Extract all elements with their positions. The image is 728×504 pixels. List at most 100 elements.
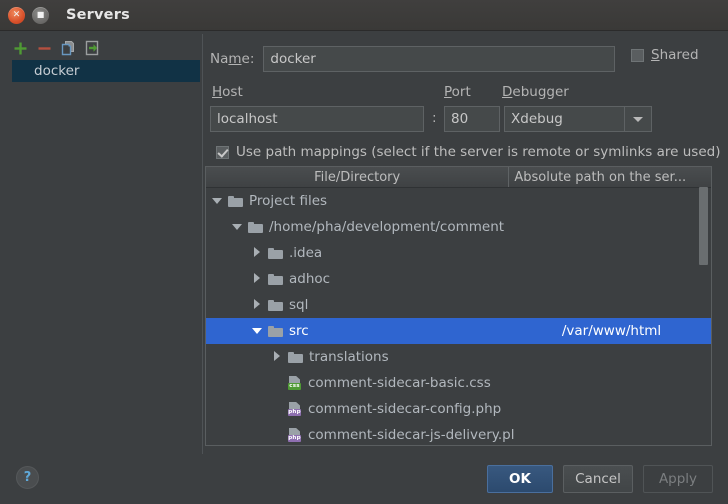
name-label: Name: <box>210 51 255 67</box>
table-row[interactable]: adhoc <box>206 266 711 292</box>
table-row-name-cell: src <box>206 323 552 339</box>
close-icon[interactable]: ✕ <box>8 6 25 24</box>
apply-button[interactable]: Apply <box>643 465 713 493</box>
help-button[interactable]: ? <box>16 466 39 489</box>
expand-arrow-right-icon[interactable] <box>252 299 264 311</box>
file-type-badge: php <box>288 409 301 416</box>
use-path-mappings-checkbox[interactable] <box>216 145 229 159</box>
expand-arrow-down-icon[interactable] <box>252 325 264 337</box>
folder-icon <box>268 325 283 337</box>
close-glyph: ✕ <box>12 9 21 20</box>
name-input[interactable]: docker <box>263 46 616 72</box>
table-row-name-cell: .idea <box>206 245 552 261</box>
debugger-select[interactable]: Xdebug <box>504 106 652 132</box>
expand-arrow-right-icon[interactable] <box>272 351 284 363</box>
table-row[interactable]: translations <box>206 344 711 370</box>
copy-icon <box>61 41 74 56</box>
table-row-label: .idea <box>289 245 323 261</box>
path-mappings-table[interactable]: File/Directory Absolute path on the ser.… <box>205 166 712 446</box>
table-row[interactable]: sql <box>206 292 711 318</box>
use-path-mappings-label: Use path mappings (select if the server … <box>236 144 721 160</box>
maximize-glyph: ■ <box>36 10 45 19</box>
table-row-name-cell: adhoc <box>206 271 552 287</box>
folder-icon <box>228 195 243 207</box>
table-row-label: comment-sidecar-config.php <box>308 401 502 417</box>
port-label: Port <box>444 84 471 100</box>
table-row[interactable]: src/var/www/html <box>206 318 711 344</box>
panel-divider <box>202 34 203 454</box>
table-body[interactable]: Project files/home/pha/development/comme… <box>206 188 711 445</box>
folder-icon <box>288 351 303 363</box>
table-row-name-cell: Project files <box>206 193 512 209</box>
shared-label: Shared <box>651 47 699 63</box>
server-list-item-label: docker <box>34 63 80 79</box>
expand-arrow-right-icon[interactable] <box>252 247 264 259</box>
import-server-button[interactable] <box>80 37 104 59</box>
debugger-label: Debugger <box>502 84 569 100</box>
folder-icon <box>268 273 283 285</box>
folder-icon <box>268 299 283 311</box>
table-row-name-cell: sql <box>206 297 552 313</box>
table-row-name-cell: translations <box>206 349 572 365</box>
folder-icon <box>248 221 263 233</box>
port-input[interactable]: 80 <box>444 106 500 132</box>
column-header-file-directory[interactable]: File/Directory <box>206 167 510 187</box>
table-row[interactable]: Project files <box>206 188 711 214</box>
table-row-name-cell: css comment-sidecar-basic.css <box>206 375 572 391</box>
table-row-label: translations <box>309 349 389 365</box>
expand-arrow-right-icon[interactable] <box>252 273 264 285</box>
ok-button[interactable]: OK <box>487 465 553 493</box>
table-header: File/Directory Absolute path on the ser.… <box>206 167 711 188</box>
server-list[interactable]: docker <box>0 60 201 458</box>
plus-icon <box>14 42 26 54</box>
use-path-mappings-row[interactable]: Use path mappings (select if the server … <box>216 144 721 160</box>
file-icon: php <box>288 428 302 442</box>
minus-icon <box>38 46 50 50</box>
table-row-label: adhoc <box>289 271 331 287</box>
table-row-name-cell: /home/pha/development/comment <box>206 219 532 235</box>
table-row-name-cell: php comment-sidecar-config.php <box>206 401 572 417</box>
vertical-scrollbar-thumb[interactable] <box>699 187 708 265</box>
column-header-absolute-path[interactable]: Absolute path on the ser... <box>509 167 711 187</box>
table-row[interactable]: php comment-sidecar-js-delivery.pl <box>206 422 711 445</box>
table-row-name-cell: php comment-sidecar-js-delivery.pl <box>206 427 572 443</box>
table-row[interactable]: php comment-sidecar-config.php <box>206 396 711 422</box>
remove-server-button[interactable] <box>32 37 56 59</box>
window-titlebar: ✕ ■ Servers <box>0 0 728 31</box>
expand-arrow-down-icon[interactable] <box>232 221 244 233</box>
host-input[interactable]: localhost <box>210 106 424 132</box>
debugger-select-value: Xdebug <box>511 111 563 127</box>
copy-server-button[interactable] <box>56 37 80 59</box>
help-label: ? <box>23 470 32 485</box>
table-row-label: sql <box>289 297 309 313</box>
host-port-separator: : <box>432 110 437 126</box>
file-icon: php <box>288 402 302 416</box>
folder-icon <box>268 247 283 259</box>
file-type-badge: php <box>288 435 301 442</box>
cancel-button[interactable]: Cancel <box>563 465 633 493</box>
table-row[interactable]: css comment-sidecar-basic.css <box>206 370 711 396</box>
shared-checkbox[interactable] <box>631 48 644 62</box>
file-type-badge: css <box>288 383 301 390</box>
add-server-button[interactable] <box>8 37 32 59</box>
host-label: Host <box>212 84 243 100</box>
expand-arrow-down-icon[interactable] <box>212 195 224 207</box>
table-row-label: /home/pha/development/comment <box>269 219 505 235</box>
window-title: Servers <box>66 7 130 23</box>
shared-checkbox-row[interactable]: Shared <box>631 47 699 63</box>
servers-dialog: ✕ ■ Servers docker Name: docker Shared H… <box>0 0 728 504</box>
table-row[interactable]: /home/pha/development/comment <box>206 214 711 240</box>
maximize-icon[interactable]: ■ <box>32 6 49 24</box>
import-arrow-icon <box>85 40 99 56</box>
server-list-item-docker[interactable]: docker <box>12 60 200 82</box>
table-row-label: Project files <box>249 193 328 209</box>
host-port-debugger-fields: localhost : 80 Xdebug <box>210 106 722 134</box>
table-row[interactable]: .idea <box>206 240 711 266</box>
host-port-debugger-labels: Host Port Debugger <box>212 84 724 102</box>
table-row-label: comment-sidecar-js-delivery.pl <box>308 427 515 443</box>
chevron-down-icon[interactable] <box>624 107 651 131</box>
file-icon: css <box>288 376 302 390</box>
